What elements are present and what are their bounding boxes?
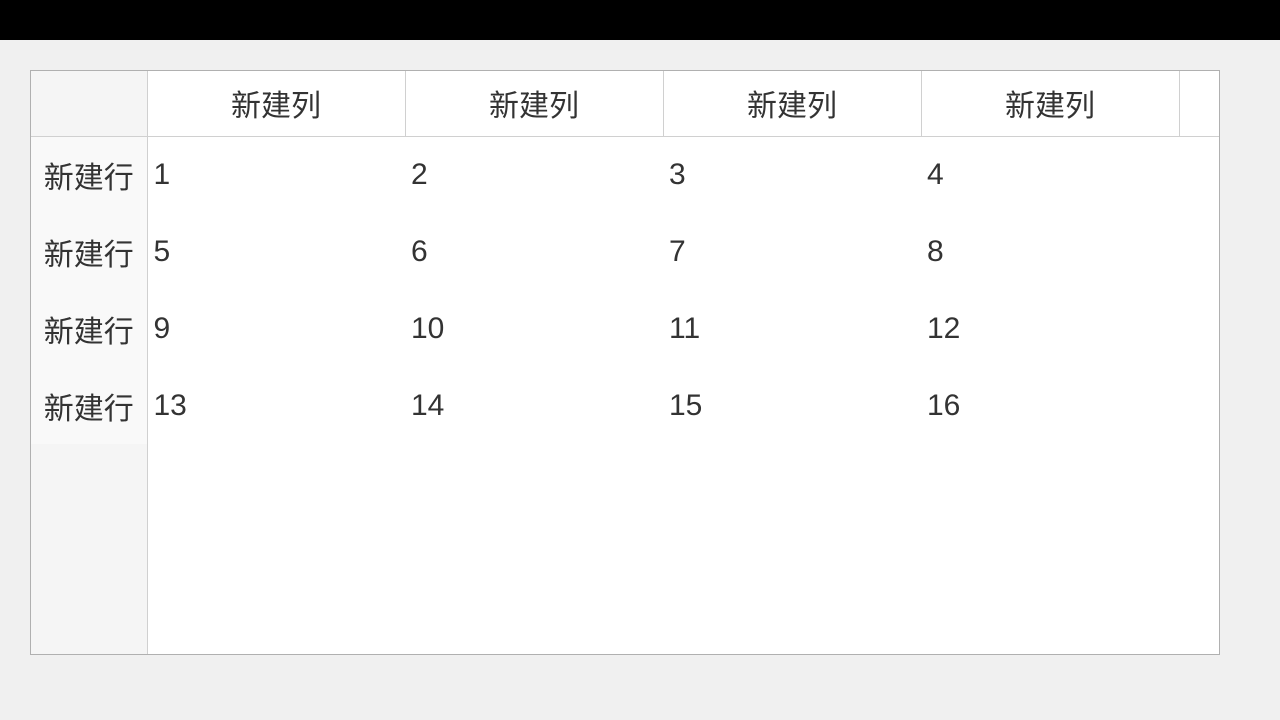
filler-cell (1179, 136, 1219, 213)
canvas: 新建列 新建列 新建列 新建列 新建行 1 2 3 4 新建行 (0, 40, 1280, 720)
table-row: 新建行 1 2 3 4 (31, 136, 1219, 213)
table-header-row: 新建列 新建列 新建列 新建列 (31, 71, 1219, 136)
filler-cell (1179, 290, 1219, 367)
data-cell[interactable]: 1 (147, 136, 405, 213)
data-cell[interactable]: 11 (663, 290, 921, 367)
data-cell[interactable]: 2 (405, 136, 663, 213)
filler-cell (31, 444, 147, 654)
data-cell[interactable]: 10 (405, 290, 663, 367)
filler-cell (1179, 444, 1219, 654)
data-cell[interactable]: 16 (921, 367, 1179, 444)
row-header[interactable]: 新建行 (31, 213, 147, 290)
column-header[interactable]: 新建列 (921, 71, 1179, 136)
table-row: 新建行 5 6 7 8 (31, 213, 1219, 290)
filler-cell (147, 444, 405, 654)
table-container: 新建列 新建列 新建列 新建列 新建行 1 2 3 4 新建行 (30, 70, 1220, 655)
data-cell[interactable]: 15 (663, 367, 921, 444)
row-header[interactable]: 新建行 (31, 136, 147, 213)
data-cell[interactable]: 6 (405, 213, 663, 290)
filler-cell (405, 444, 663, 654)
data-cell[interactable]: 14 (405, 367, 663, 444)
filler-cell (1179, 213, 1219, 290)
column-header[interactable]: 新建列 (663, 71, 921, 136)
data-cell[interactable]: 9 (147, 290, 405, 367)
corner-cell[interactable] (31, 71, 147, 136)
data-cell[interactable]: 13 (147, 367, 405, 444)
data-cell[interactable]: 3 (663, 136, 921, 213)
filler-cell (1179, 367, 1219, 444)
data-cell[interactable]: 8 (921, 213, 1179, 290)
data-cell[interactable]: 12 (921, 290, 1179, 367)
filler-row (31, 444, 1219, 654)
filler-cell (663, 444, 921, 654)
column-header[interactable]: 新建列 (405, 71, 663, 136)
data-cell[interactable]: 4 (921, 136, 1179, 213)
table-row: 新建行 13 14 15 16 (31, 367, 1219, 444)
filler-cell (1179, 71, 1219, 136)
data-cell[interactable]: 5 (147, 213, 405, 290)
column-header[interactable]: 新建列 (147, 71, 405, 136)
row-header[interactable]: 新建行 (31, 290, 147, 367)
data-cell[interactable]: 7 (663, 213, 921, 290)
filler-cell (921, 444, 1179, 654)
data-table[interactable]: 新建列 新建列 新建列 新建列 新建行 1 2 3 4 新建行 (31, 71, 1219, 654)
row-header[interactable]: 新建行 (31, 367, 147, 444)
table-row: 新建行 9 10 11 12 (31, 290, 1219, 367)
